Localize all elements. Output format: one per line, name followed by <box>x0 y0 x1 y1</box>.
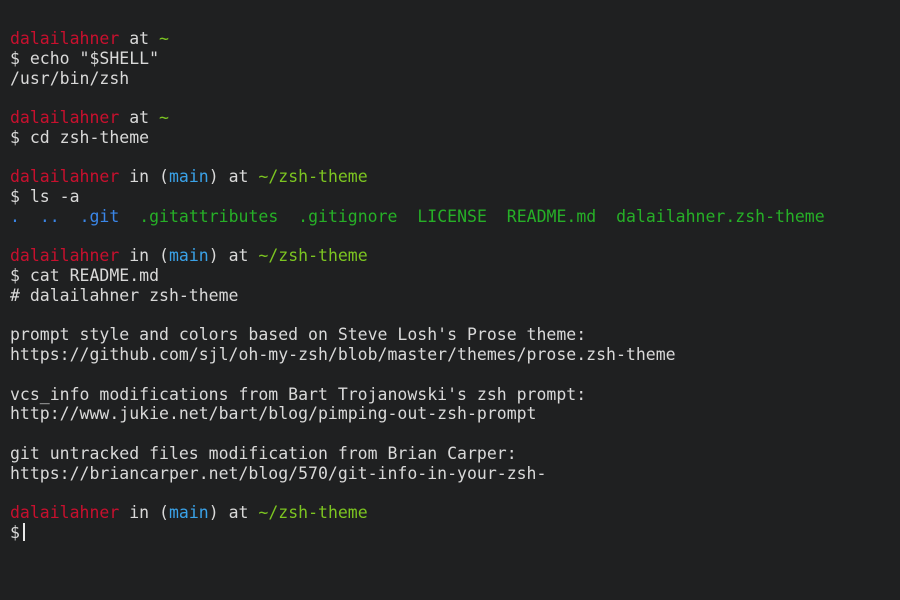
ls-entry: LICENSE <box>417 206 487 226</box>
prompt-branch: main <box>168 246 209 266</box>
prompt-line: dalailahner in (main) at ~/zsh-theme <box>10 246 900 266</box>
prompt-paren-close: ) <box>208 246 219 266</box>
prompt-paren-close: ) <box>208 503 219 522</box>
readme-line <box>10 424 900 444</box>
prompt-in: in <box>129 167 150 187</box>
ls-entry: . <box>10 206 20 226</box>
prompt-paren-open: ( <box>159 503 169 522</box>
prompt-path: ~ <box>159 29 169 48</box>
command-prompt-symbol: $ <box>10 522 20 542</box>
readme-line: # dalailahner zsh-theme <box>10 285 239 305</box>
readme-line <box>10 365 900 385</box>
prompt-path: ~ <box>159 108 169 127</box>
readme-line: prompt style and colors based on Steve L… <box>10 325 587 345</box>
readme-line <box>10 306 900 326</box>
readme-line: http://www.jukie.net/bart/blog/pimping-o… <box>10 404 537 424</box>
prompt-user: dalailahner <box>10 29 120 48</box>
command-line: $ ls -a <box>10 187 80 206</box>
prompt-at: at <box>129 29 150 48</box>
prompt-line: dalailahner at ~ <box>10 108 900 128</box>
prompt-branch: main <box>168 167 209 187</box>
prompt-user: dalailahner <box>10 503 120 522</box>
command-line: $ cd zsh-theme <box>10 127 150 147</box>
prompt-user: dalailahner <box>10 108 120 127</box>
prompt-path: ~/zsh-theme <box>258 503 368 522</box>
prompt-paren-close: ) <box>208 167 219 187</box>
prompt-user: dalailahner <box>10 246 120 266</box>
terminal-window[interactable]: dalailahner at ~ $ echo "$SHELL" /usr/bi… <box>0 0 900 600</box>
readme-line: https://briancarper.net/blog/570/git-inf… <box>10 463 547 483</box>
command-line: $ echo "$SHELL" <box>10 48 160 68</box>
prompt-line: dalailahner in (main) at ~/zsh-theme <box>10 167 900 187</box>
prompt-in: in <box>129 503 150 522</box>
prompt-paren-open: ( <box>159 246 169 266</box>
ls-entry: README.md <box>506 206 597 226</box>
prompt-at: at <box>228 167 249 187</box>
readme-line: https://github.com/sjl/oh-my-zsh/blob/ma… <box>10 345 676 364</box>
ls-entry: .gitignore <box>298 206 398 226</box>
prompt-line: dalailahner at ~ <box>10 29 900 49</box>
prompt-at: at <box>228 503 249 522</box>
text-cursor[interactable] <box>22 522 25 541</box>
prompt-paren-open: ( <box>159 167 169 187</box>
prompt-in: in <box>129 246 150 266</box>
ls-entry: .. <box>39 206 60 226</box>
readme-line: git untracked files modification from Br… <box>10 443 517 463</box>
command-line: $ cat README.md <box>10 266 160 285</box>
prompt-at: at <box>228 246 249 266</box>
ls-output-line: . .. .git .gitattributes .gitignore LICE… <box>10 207 900 227</box>
readme-line: vcs_info modifications from Bart Trojano… <box>10 384 587 404</box>
prompt-line: dalailahner in (main) at ~/zsh-theme <box>10 503 900 523</box>
output-line: /usr/bin/zsh <box>10 68 130 88</box>
ls-entry: .git <box>79 206 120 226</box>
prompt-branch: main <box>168 503 209 522</box>
prompt-at: at <box>129 108 150 127</box>
ls-entry: dalailahner.zsh-theme <box>616 206 825 226</box>
active-command-line[interactable]: $ <box>10 522 900 543</box>
prompt-path: ~/zsh-theme <box>258 246 368 266</box>
prompt-path: ~/zsh-theme <box>258 167 368 187</box>
ls-entry: .gitattributes <box>139 206 279 226</box>
prompt-user: dalailahner <box>10 167 120 187</box>
